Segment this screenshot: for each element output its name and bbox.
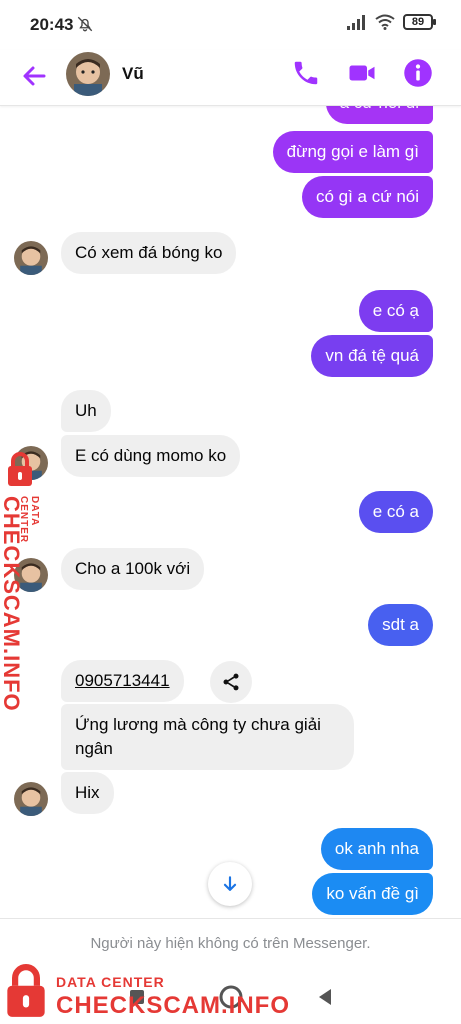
scroll-to-bottom-button[interactable] <box>208 862 252 906</box>
unavailable-notice: Người này hiện không có trên Messenger. <box>90 935 371 952</box>
status-bar: 20:43 89 <box>0 0 461 50</box>
share-button[interactable] <box>210 661 252 703</box>
padlock-icon <box>7 964 45 1017</box>
phone-icon[interactable] <box>291 58 321 88</box>
message-out[interactable]: sdt a <box>368 604 433 646</box>
message-out[interactable]: e có a <box>358 491 433 533</box>
contact-name[interactable]: Vũ <box>122 64 144 84</box>
message-in[interactable]: Cho a 100k với <box>61 548 205 590</box>
sender-avatar[interactable] <box>14 782 48 816</box>
wifi-icon <box>375 14 395 30</box>
message-out[interactable]: vn đá tệ quá <box>311 335 433 377</box>
message-in[interactable]: E có dùng momo ko <box>61 435 241 477</box>
video-icon[interactable] <box>347 58 377 88</box>
battery-indicator: 89 <box>403 14 436 30</box>
info-icon[interactable] <box>403 58 433 88</box>
message-list[interactable]: a cứ nói đi đừng gọi e làm gì có gì a cứ… <box>0 106 461 918</box>
message-in[interactable]: Ứng lương mà công ty chưa giải ngân <box>61 704 354 770</box>
message-in[interactable]: Uh <box>61 390 111 432</box>
message-out[interactable]: e có ạ <box>358 290 433 332</box>
message-out[interactable]: ok anh nha <box>320 828 433 870</box>
contact-avatar[interactable] <box>66 52 110 96</box>
watermark-bottom-label: DATA CENTER <box>56 974 165 990</box>
watermark-bottom-brand: CHECKSCAM.INFO <box>56 992 290 1019</box>
phone-number-link[interactable]: 0905713441 <box>75 671 170 690</box>
arrow-down-icon <box>223 876 237 891</box>
padlock-icon <box>8 452 32 486</box>
chat-header: Vũ <box>0 50 461 106</box>
back-arrow-icon[interactable] <box>18 60 50 92</box>
message-out[interactable]: có gì a cứ nói <box>301 176 433 218</box>
status-time: 20:43 <box>30 15 74 34</box>
message-out[interactable]: đừng gọi e làm gì <box>272 131 433 173</box>
back-icon[interactable] <box>312 984 338 1010</box>
watermark-bottom: DATA CENTER CHECKSCAM.INFO <box>0 962 300 1024</box>
sender-avatar[interactable] <box>14 241 48 275</box>
share-icon <box>223 673 239 691</box>
message-out[interactable]: ko vấn đề gì <box>312 873 433 915</box>
watermark-side: CHECKSCAM.INFO DATA CENTER <box>0 452 42 712</box>
message-in[interactable]: Có xem đá bóng ko <box>61 232 237 274</box>
phone-number-message[interactable]: 0905713441 <box>61 660 184 702</box>
notifications-off-icon <box>77 16 93 32</box>
watermark-side-label: DATA CENTER <box>18 496 40 544</box>
message-out[interactable]: a cứ nói đi <box>325 106 433 124</box>
signal-icon <box>347 15 365 30</box>
message-in[interactable]: Hix <box>61 772 114 814</box>
